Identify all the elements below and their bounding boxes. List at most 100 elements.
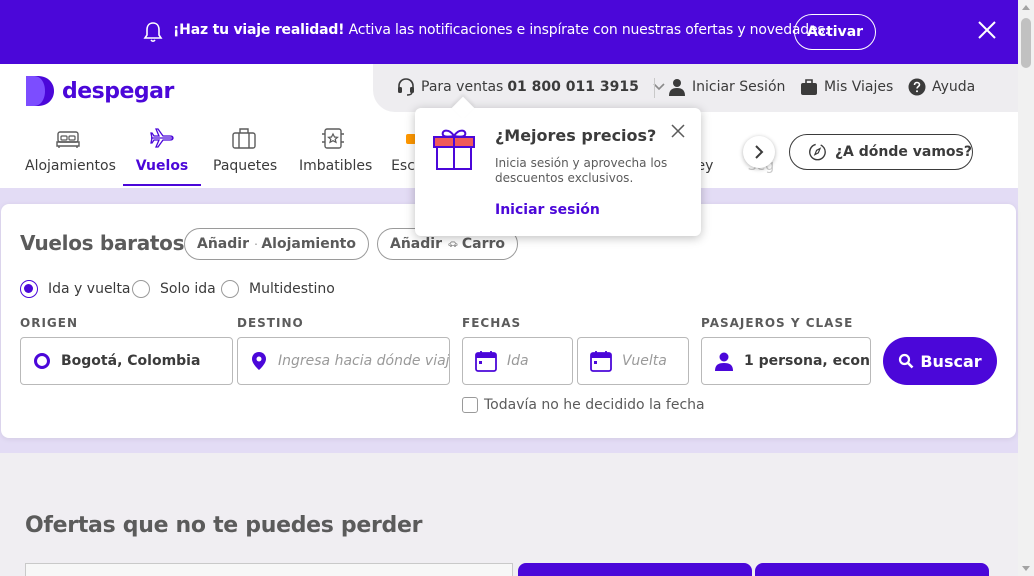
destination-label: DESTINO: [237, 316, 304, 330]
search-button[interactable]: Buscar: [883, 337, 997, 385]
calendar-icon: [475, 351, 497, 372]
dates-label: FECHAS: [462, 316, 522, 330]
headset-icon: [398, 78, 414, 96]
undecided-label: Todavía no he decidido la fecha: [484, 397, 705, 413]
tab-label: Imbatibles: [299, 158, 373, 174]
scroll-up-icon[interactable]: [1022, 5, 1030, 10]
bed-icon: [56, 131, 80, 148]
location-pin-icon: [252, 352, 266, 370]
offer-card[interactable]: [755, 563, 989, 576]
sales-phone-menu[interactable]: Para ventas 01 800 011 3915: [397, 78, 671, 96]
tag-icon: [406, 134, 416, 144]
tab-vuelos[interactable]: Vuelos: [123, 126, 201, 186]
destination-field[interactable]: Ingresa hacia dónde viajas: [237, 337, 450, 385]
addon-car-label: Carro: [461, 236, 505, 252]
logo-mark-icon: [26, 76, 54, 106]
depart-placeholder: Ida: [507, 353, 529, 369]
popup-login-link[interactable]: Iniciar sesión: [495, 202, 600, 218]
checkbox[interactable]: [462, 397, 478, 413]
bed-icon: [255, 243, 258, 245]
best-prices-popup: ¿Mejores precios? Inicia sesión y aprove…: [415, 108, 701, 236]
radio-button[interactable]: [132, 280, 150, 298]
tab-paquetes[interactable]: Paquetes: [213, 126, 278, 186]
scrollbar[interactable]: [1018, 0, 1034, 576]
gift-icon: [433, 129, 475, 170]
suitcase-icon: [232, 128, 256, 149]
origin-field[interactable]: Bogotá, Colombia: [20, 337, 233, 385]
offer-image[interactable]: [25, 563, 513, 576]
tab-label: Esc: [391, 158, 415, 174]
search-title: Vuelos baratos: [20, 231, 185, 255]
tab-label: Alojamientos: [25, 158, 116, 174]
luggage-icon: [801, 79, 817, 95]
calendar-icon: [590, 351, 612, 372]
tab-label: Paquetes: [213, 158, 278, 174]
passengers-label: PASAJEROS Y CLASE: [701, 316, 854, 330]
addon-prefix: Añadir: [390, 236, 442, 252]
passengers-field[interactable]: 1 persona, económica: [701, 337, 871, 385]
login-label: Iniciar Sesión: [692, 79, 786, 95]
tab-label: Vuelos: [135, 158, 189, 174]
radio-label: Ida y vuelta: [48, 281, 131, 297]
where-to-label: ¿A dónde vamos?: [834, 144, 972, 160]
trip-type-multicity[interactable]: Multidestino: [221, 280, 335, 298]
compass-icon: [809, 143, 826, 161]
radio-button[interactable]: [20, 280, 38, 298]
return-placeholder: Vuelta: [622, 353, 667, 369]
radio-label: Solo ida: [160, 281, 216, 297]
help-label: Ayuda: [932, 79, 976, 95]
trip-type-roundtrip[interactable]: Ida y vuelta: [20, 280, 131, 298]
notification-banner: ¡Haz tu viaje realidad! Activa las notif…: [0, 0, 1018, 64]
popup-title: ¿Mejores precios?: [495, 126, 657, 145]
tab-imbatibles[interactable]: Imbatibles: [299, 126, 372, 186]
trip-type-oneway[interactable]: Solo ida: [132, 280, 216, 298]
addon-lodging-label: Alojamiento: [261, 236, 356, 252]
badge-icon: [322, 128, 344, 149]
offers-title: Ofertas que no te puedes perder: [25, 513, 423, 538]
flight-search-card: Vuelos baratos Añadir Alojamiento Añadir…: [1, 204, 1016, 438]
help-icon: [908, 78, 926, 96]
scrollbar-thumb[interactable]: [1021, 18, 1031, 68]
brand-name: despegar: [62, 78, 174, 104]
where-to-button[interactable]: ¿A dónde vamos?: [789, 134, 973, 170]
user-icon: [715, 352, 733, 371]
activate-notifications-button[interactable]: Activar: [794, 14, 876, 50]
undecided-date-checkbox[interactable]: Todavía no he decidido la fecha: [462, 397, 705, 413]
addon-prefix: Añadir: [197, 236, 249, 252]
add-lodging-button[interactable]: Añadir Alojamiento: [184, 228, 369, 260]
tab-escapadas[interactable]: Esc: [390, 126, 416, 186]
my-trips-label: Mis Viajes: [824, 79, 894, 95]
scroll-down-icon[interactable]: [1022, 566, 1030, 571]
sales-label: Para ventas: [421, 79, 504, 95]
banner-message: ¡Haz tu viaje realidad! Activa las notif…: [173, 22, 829, 38]
banner-highlight: ¡Haz tu viaje realidad!: [173, 22, 345, 38]
help-link[interactable]: Ayuda: [908, 78, 975, 96]
sales-phone: 01 800 011 3915: [507, 79, 639, 95]
popup-body: Inicia sesión y aprovecha los descuentos…: [495, 156, 668, 185]
banner-text: Activa las notificaciones e inspírate co…: [344, 22, 829, 38]
passengers-value: 1 persona, económica: [744, 353, 870, 369]
origin-value: Bogotá, Colombia: [61, 353, 201, 369]
tab-alojamientos[interactable]: Alojamientos: [25, 126, 116, 186]
search-label: Buscar: [920, 351, 982, 371]
bell-icon: [143, 22, 163, 43]
search-icon: [899, 353, 914, 369]
return-date-field[interactable]: Vuelta: [577, 337, 689, 385]
close-icon[interactable]: [671, 124, 685, 138]
user-icon: [669, 79, 685, 96]
logo[interactable]: despegar: [24, 74, 174, 108]
depart-date-field[interactable]: Ida: [462, 337, 573, 385]
radio-label: Multidestino: [249, 281, 335, 297]
radio-button[interactable]: [221, 280, 239, 298]
plane-icon: [150, 128, 174, 148]
chevron-right-icon: [755, 145, 764, 159]
my-trips-link[interactable]: Mis Viajes: [800, 78, 893, 96]
divider: [654, 78, 655, 98]
close-icon[interactable]: [977, 20, 997, 40]
origin-circle-icon: [34, 353, 50, 369]
tabs-scroll-right-button[interactable]: [743, 136, 775, 168]
car-icon: [448, 241, 458, 247]
login-link[interactable]: Iniciar Sesión: [668, 78, 785, 96]
origin-label: ORIGEN: [20, 316, 78, 330]
offer-card[interactable]: [518, 563, 752, 576]
